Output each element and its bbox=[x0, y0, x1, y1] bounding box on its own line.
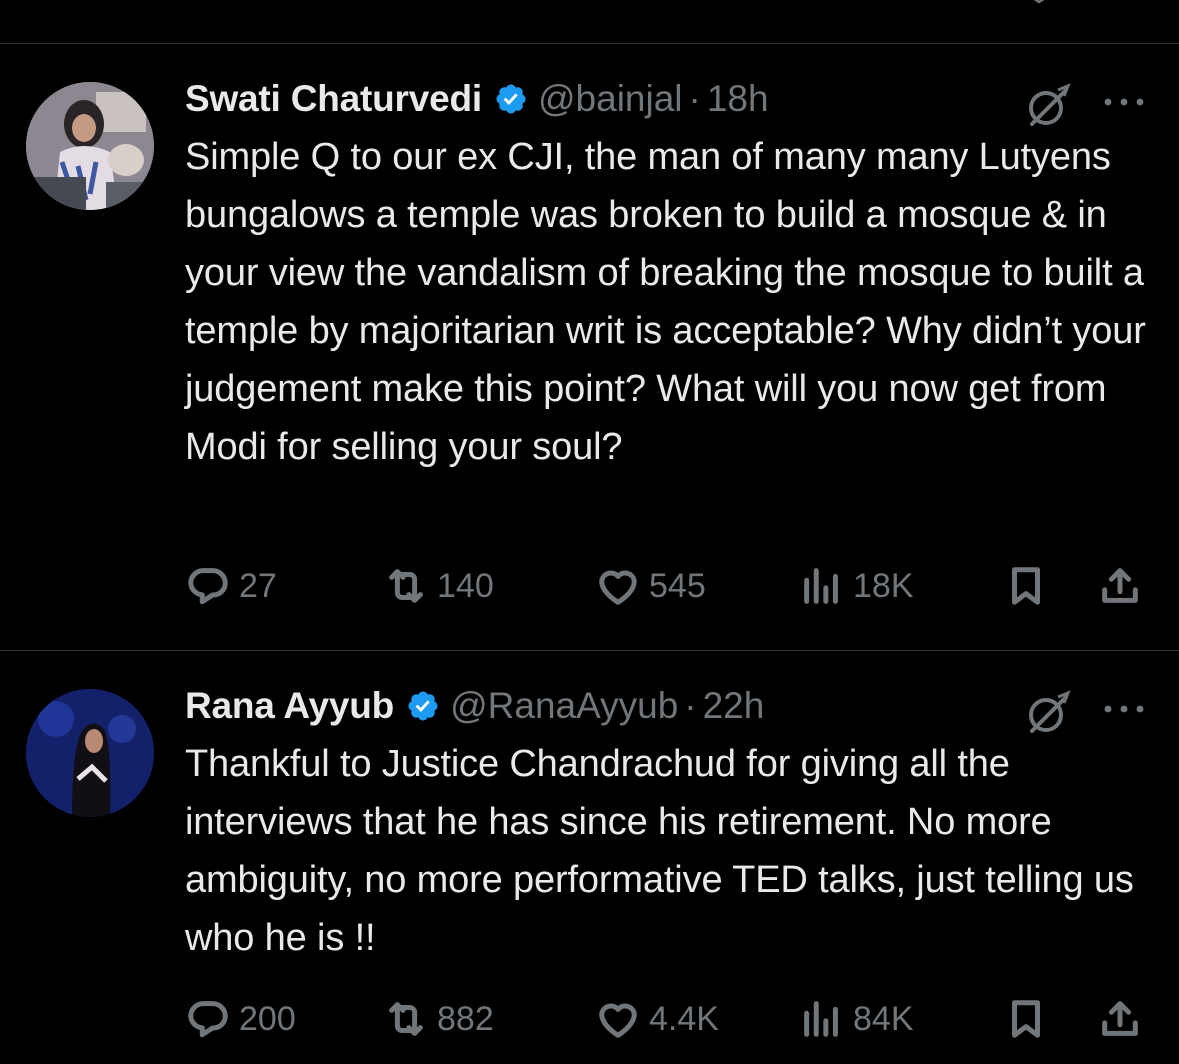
more-options-icon[interactable] bbox=[1100, 92, 1148, 112]
like-button[interactable]: 4.4K bbox=[595, 991, 719, 1047]
view-count: 84K bbox=[853, 999, 914, 1038]
avatar[interactable] bbox=[26, 82, 154, 210]
timestamp[interactable]: 22h bbox=[703, 685, 765, 727]
reply-icon bbox=[188, 1001, 228, 1038]
action-bar: 200 882 4.4K 84K bbox=[185, 991, 1155, 1047]
verified-badge-icon bbox=[496, 84, 526, 114]
bookmark-icon bbox=[1012, 1000, 1040, 1038]
share-button[interactable] bbox=[1097, 991, 1143, 1047]
tweet[interactable]: Rana Ayyub @RanaAyyub · 22h Thankful to … bbox=[0, 651, 1179, 1064]
reply-count: 200 bbox=[239, 999, 296, 1038]
heart-icon bbox=[599, 1003, 637, 1038]
views-icon bbox=[804, 568, 838, 604]
avatar[interactable] bbox=[26, 689, 154, 817]
separator-dot: · bbox=[688, 78, 701, 119]
repost-icon bbox=[389, 1002, 423, 1036]
like-count: 4.4K bbox=[649, 999, 719, 1038]
handle[interactable]: @bainjal bbox=[538, 78, 683, 120]
bookmark-icon bbox=[1012, 567, 1040, 605]
tweet-text: Thankful to Justice Chandrachud for givi… bbox=[185, 743, 1134, 959]
handle[interactable]: @RanaAyyub bbox=[450, 685, 678, 727]
tweet-header: Swati Chaturvedi @bainjal · 18h bbox=[185, 76, 769, 122]
bookmark-button[interactable] bbox=[1003, 991, 1049, 1047]
view-count: 18K bbox=[853, 566, 914, 605]
reply-button[interactable]: 27 bbox=[185, 558, 277, 614]
verified-badge-icon bbox=[408, 691, 438, 721]
reply-count: 27 bbox=[239, 566, 277, 605]
display-name[interactable]: Rana Ayyub bbox=[185, 685, 394, 727]
views-button[interactable]: 18K bbox=[799, 558, 914, 614]
action-bar: 27 140 545 18K bbox=[185, 558, 1155, 614]
timestamp[interactable]: 18h bbox=[707, 78, 769, 120]
tweet-header: Rana Ayyub @RanaAyyub · 22h bbox=[185, 683, 764, 729]
share-icon bbox=[1102, 1001, 1138, 1036]
repost-count: 882 bbox=[437, 999, 494, 1038]
reply-button[interactable]: 200 bbox=[185, 991, 296, 1047]
reply-icon bbox=[188, 568, 228, 605]
grok-icon[interactable] bbox=[1022, 687, 1074, 739]
like-count: 545 bbox=[649, 566, 706, 605]
heart-icon bbox=[599, 570, 637, 605]
repost-count: 140 bbox=[437, 566, 494, 605]
display-name[interactable]: Swati Chaturvedi bbox=[185, 78, 482, 120]
collapse-chevron-icon bbox=[1033, 0, 1045, 4]
like-button[interactable]: 545 bbox=[595, 558, 706, 614]
tweet-text: Simple Q to our ex CJI, the man of many … bbox=[185, 136, 1146, 468]
views-button[interactable]: 84K bbox=[799, 991, 914, 1047]
grok-icon[interactable] bbox=[1022, 80, 1074, 132]
repost-button[interactable]: 140 bbox=[383, 558, 494, 614]
views-icon bbox=[804, 1001, 838, 1037]
separator-dot: · bbox=[684, 685, 697, 726]
bookmark-button[interactable] bbox=[1003, 558, 1049, 614]
tweet[interactable]: Swati Chaturvedi @bainjal · 18h Simple Q… bbox=[0, 44, 1179, 650]
repost-button[interactable]: 882 bbox=[383, 991, 494, 1047]
repost-icon bbox=[389, 569, 423, 603]
share-button[interactable] bbox=[1097, 558, 1143, 614]
share-icon bbox=[1102, 568, 1138, 603]
more-options-icon[interactable] bbox=[1100, 699, 1148, 719]
